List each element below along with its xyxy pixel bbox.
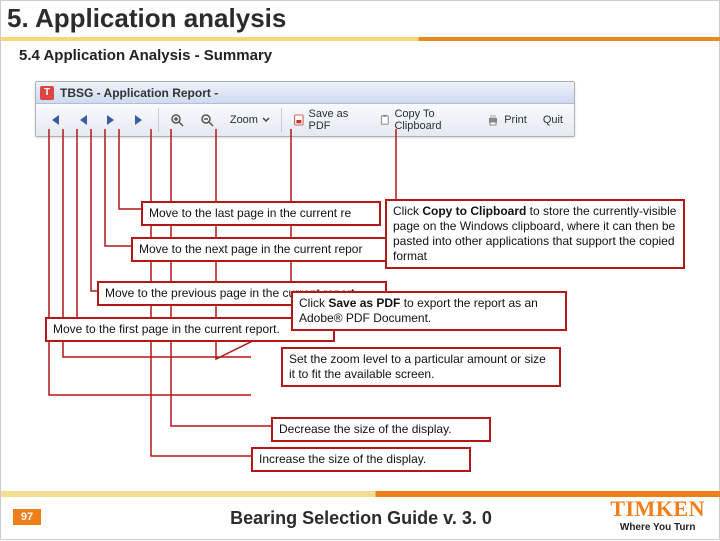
last-page-icon xyxy=(133,113,147,127)
callout-zoom-decrease: Decrease the size of the display. xyxy=(271,417,491,442)
print-label: Print xyxy=(504,114,527,126)
app-toolbar: Zoom Save as PDF Copy To Clipboard Print… xyxy=(36,104,574,136)
zoom-in-icon xyxy=(170,113,184,127)
print-icon xyxy=(486,113,500,127)
section-title: 5. Application analysis xyxy=(7,3,286,34)
quit-button[interactable]: Quit xyxy=(536,107,570,133)
zoom-in-button[interactable] xyxy=(163,107,191,133)
zoom-out-icon xyxy=(200,113,214,127)
prev-page-icon xyxy=(77,113,89,127)
callout-zoom-increase: Increase the size of the display. xyxy=(251,447,471,472)
save-pdf-button[interactable]: Save as PDF xyxy=(286,107,370,133)
app-window-title: TBSG - Application Report - xyxy=(60,86,218,100)
zoom-out-button[interactable] xyxy=(193,107,221,133)
callout-next-page: Move to the next page in the current rep… xyxy=(131,237,391,262)
last-page-button[interactable] xyxy=(126,107,154,133)
brand-tagline: Where You Turn xyxy=(610,522,705,533)
zoom-dropdown[interactable]: Zoom xyxy=(223,107,277,133)
callout-last-page: Move to the last page in the current re xyxy=(141,201,381,226)
first-page-button[interactable] xyxy=(40,107,68,133)
app-icon: T xyxy=(40,86,54,100)
zoom-label: Zoom xyxy=(230,114,258,126)
clipboard-icon xyxy=(379,113,391,127)
callout-save-pdf: Click Save as PDF to export the report a… xyxy=(291,291,567,331)
copy-clipboard-label: Copy To Clipboard xyxy=(394,108,470,132)
chevron-down-icon xyxy=(262,116,270,124)
next-page-button[interactable] xyxy=(98,107,124,133)
next-page-icon xyxy=(105,113,117,127)
title-underline xyxy=(1,37,720,41)
callout-zoom-set: Set the zoom level to a particular amoun… xyxy=(281,347,561,387)
toolbar-separator xyxy=(158,108,159,132)
toolbar-separator xyxy=(281,108,282,132)
brand-block: TIMKEN Where You Turn xyxy=(610,496,705,533)
copy-clipboard-button[interactable]: Copy To Clipboard xyxy=(372,107,477,133)
quit-label: Quit xyxy=(543,114,563,126)
slide: 5. Application analysis 5.4 Application … xyxy=(0,0,720,540)
first-page-icon xyxy=(47,113,61,127)
prev-page-button[interactable] xyxy=(70,107,96,133)
print-button[interactable]: Print xyxy=(479,107,534,133)
app-titlebar: T TBSG - Application Report - xyxy=(36,82,574,104)
app-window: T TBSG - Application Report - xyxy=(35,81,575,137)
section-subheading: 5.4 Application Analysis - Summary xyxy=(19,47,272,64)
brand-logo: TIMKEN xyxy=(610,496,705,522)
callout-copy-clipboard: Click Copy to Clipboard to store the cur… xyxy=(385,199,685,269)
pdf-icon xyxy=(293,113,305,127)
save-pdf-label: Save as PDF xyxy=(309,108,363,132)
